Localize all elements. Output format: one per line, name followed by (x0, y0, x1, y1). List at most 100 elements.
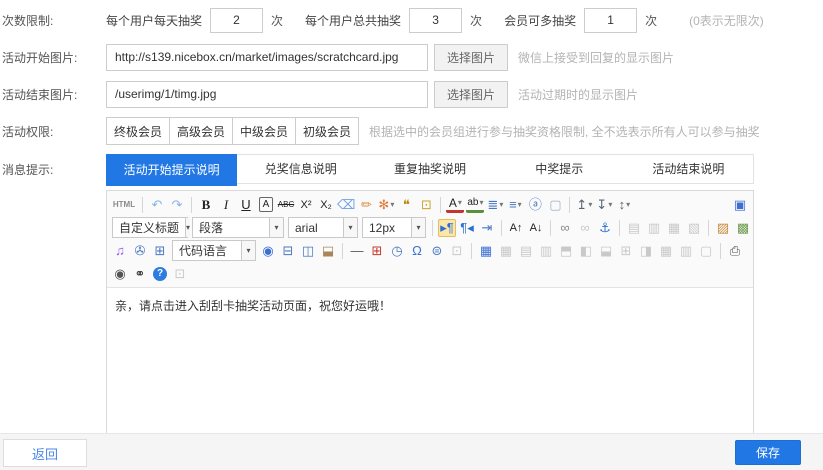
chevron-down-icon: ▾ (390, 196, 394, 214)
end-image-choose-button[interactable]: 选择图片 (434, 81, 508, 108)
find-replace-icon[interactable]: ⚭ (131, 265, 149, 283)
chevron-down-icon[interactable]: ▾ (343, 218, 357, 237)
member-extra-unit: 次 (645, 12, 657, 29)
rtl-paragraph-icon[interactable]: ¶◂ (458, 219, 476, 237)
italic-icon[interactable]: I (217, 196, 235, 214)
map-icon[interactable]: ⊞ (151, 242, 169, 260)
font-family-select-value: arial (289, 221, 343, 235)
subscript-icon[interactable]: X₂ (317, 196, 335, 214)
attachment-icon[interactable]: ✇ (131, 242, 149, 260)
paragraph-select[interactable]: 段落▾ (192, 217, 284, 238)
time-icon[interactable]: ◷ (388, 242, 406, 260)
start-image-choose-button[interactable]: 选择图片 (434, 44, 508, 71)
anchor-text-icon[interactable]: ⓐ (526, 196, 544, 214)
font-size-select[interactable]: 12px▾ (362, 217, 426, 238)
back-button[interactable]: 返回 (3, 439, 87, 467)
chevron-down-icon[interactable]: ▾ (269, 218, 283, 237)
special-char-icon[interactable]: Ω (408, 242, 426, 260)
insert-code-icon[interactable]: ◉ (259, 242, 277, 260)
code-language-select-value: 代码语言 (173, 242, 241, 259)
chevron-down-icon: ▾ (499, 196, 503, 214)
member-extra-input[interactable] (584, 8, 637, 33)
superscript-icon[interactable]: X² (297, 196, 315, 214)
per-day-input[interactable] (210, 8, 263, 33)
font-size-up-icon[interactable]: A↑ (507, 219, 525, 237)
html-source-icon[interactable]: HTML (111, 196, 137, 214)
end-image-input[interactable] (106, 81, 428, 108)
insert-image-icon[interactable]: ▨ (714, 219, 732, 237)
font-border-icon[interactable]: A (259, 197, 273, 212)
start-image-input[interactable] (106, 44, 428, 71)
insert-table-icon[interactable]: ▦ (477, 242, 495, 260)
start-image-hint: 微信上接受到回复的显示图片 (518, 49, 674, 66)
fullscreen-icon[interactable]: ▣ (731, 196, 749, 214)
member-group-button-junior[interactable]: 初级会员 (295, 117, 359, 145)
member-group-button-middle[interactable]: 中级会员 (232, 117, 296, 145)
underline-icon[interactable]: U (237, 196, 255, 214)
editor-content-area[interactable]: 亲，请点击进入刮刮卡抽奖活动页面，祝您好运哦！ (107, 288, 753, 439)
rich-text-editor: HTML↶↷BIUAABCX²X₂⌫✏✻▾❝⊡A▾ab▾≣▾≡▾ⓐ▢↥▾↧▾↕▾… (106, 190, 754, 440)
highlight-color-icon[interactable]: ab▾ (466, 197, 484, 213)
member-group-button-ultimate[interactable]: 终极会员 (106, 117, 170, 145)
font-color-icon[interactable]: A▾ (446, 197, 464, 213)
code-language-select[interactable]: 代码语言▾ (172, 240, 256, 261)
message-tabbar: 活动开始提示说明 兑奖信息说明 重复抽奖说明 中奖提示 活动结束说明 (106, 154, 754, 184)
word-image-icon[interactable]: ⬓ (319, 242, 337, 260)
ltr-paragraph-icon[interactable]: ▸¶ (438, 219, 456, 237)
cell-prop-icon: ▥ (537, 242, 555, 260)
ordered-list-icon[interactable]: ≣▾ (486, 196, 504, 214)
page-break-icon[interactable]: ⊟ (279, 242, 297, 260)
start-image-label: 活动开始图片: (0, 49, 106, 66)
tab-redeem-info[interactable]: 兑奖信息说明 (236, 155, 365, 183)
total-input[interactable] (409, 8, 462, 33)
link-icon[interactable]: ∞ (556, 219, 574, 237)
tab-activity-end[interactable]: 活动结束说明 (624, 155, 753, 183)
net-image-icon[interactable]: ▩ (734, 219, 750, 237)
strikethrough-icon[interactable]: ABC (277, 196, 295, 214)
form-icon[interactable]: ⊜ (428, 242, 446, 260)
paragraph-backward-icon[interactable]: ↧▾ (595, 196, 613, 214)
iframe-icon[interactable]: ◫ (299, 242, 317, 260)
unordered-list-icon[interactable]: ≡▾ (506, 196, 524, 214)
chevron-down-icon[interactable]: ▾ (241, 241, 255, 260)
print-icon[interactable]: ⎙ (726, 242, 744, 260)
permission-hint: 根据选中的会员组进行参与抽奖资格限制, 全不选表示所有人可以参与抽奖 (369, 123, 760, 140)
blank-doc-icon[interactable]: ▢ (546, 196, 564, 214)
anchor-icon[interactable]: ⚓ (596, 219, 614, 237)
limit-hint: (0表示无限次) (689, 12, 764, 29)
chevron-down-icon[interactable]: ▾ (411, 218, 425, 237)
cite-icon: ⊡ (448, 242, 466, 260)
paragraph-forward-icon[interactable]: ↥▾ (575, 196, 593, 214)
format-brush-icon[interactable]: ✏ (357, 196, 375, 214)
bold-icon[interactable]: B (197, 196, 215, 214)
tab-repeat-draw[interactable]: 重复抽奖说明 (365, 155, 494, 183)
heading-select[interactable]: 自定义标题▾ (112, 217, 188, 238)
member-group-button-senior[interactable]: 高级会员 (169, 117, 233, 145)
toolbar-separator (471, 243, 472, 259)
font-family-select[interactable]: arial▾ (288, 217, 358, 238)
save-button[interactable]: 保存 (735, 440, 801, 465)
preview-icon[interactable]: ◉ (111, 265, 129, 283)
redo-icon[interactable]: ↷ (168, 196, 186, 214)
auto-typeset-icon[interactable]: ✻▾ (377, 196, 395, 214)
doc-icon: ▢ (697, 242, 715, 260)
help-icon[interactable]: ? (153, 267, 167, 281)
tab-activity-start-prompt[interactable]: 活动开始提示说明 (106, 154, 237, 186)
toolbar-separator (142, 197, 143, 213)
per-day-label: 每个用户每天抽奖 (106, 12, 202, 29)
remove-format-icon[interactable]: ⌫ (337, 196, 355, 214)
indent-icon[interactable]: ⇥ (478, 219, 496, 237)
toolbar-separator (569, 197, 570, 213)
line-height-icon[interactable]: ↕▾ (615, 196, 633, 214)
chevron-down-icon[interactable]: ▾ (185, 218, 190, 237)
tab-win-prompt[interactable]: 中奖提示 (495, 155, 624, 183)
horizontal-rule-icon[interactable]: — (348, 242, 366, 260)
music-icon[interactable]: ♫ (111, 242, 129, 260)
heading-select-value: 自定义标题 (113, 219, 185, 236)
date-icon[interactable]: ⊞ (368, 242, 386, 260)
undo-icon[interactable]: ↶ (148, 196, 166, 214)
paste-text-icon[interactable]: ⊡ (417, 196, 435, 214)
font-size-down-icon[interactable]: A↓ (527, 219, 545, 237)
insert-col-left-icon: ◧ (577, 242, 595, 260)
blockquote-icon[interactable]: ❝ (397, 196, 415, 214)
